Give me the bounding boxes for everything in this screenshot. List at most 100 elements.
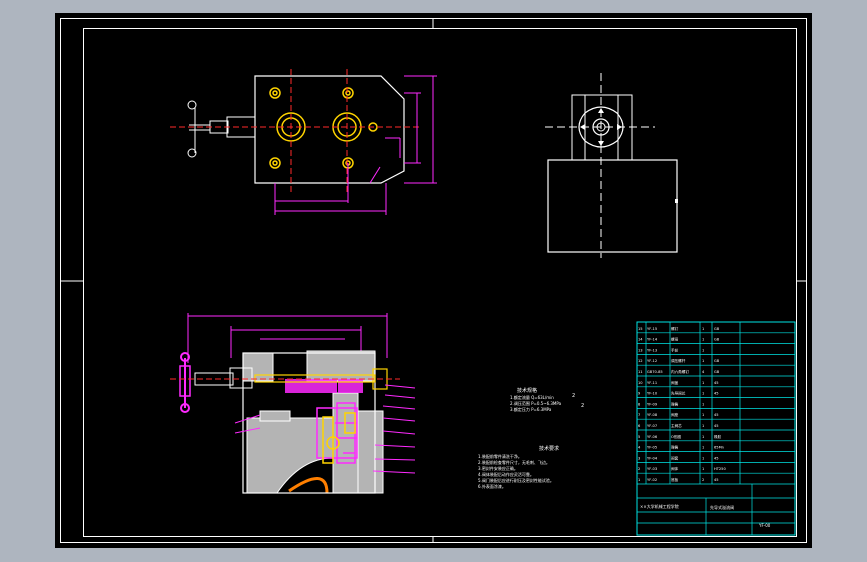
bom-cell: 螺钉 bbox=[671, 326, 679, 331]
school-name: ××大学机械工程学院 bbox=[640, 503, 679, 509]
bom-cell: 先导阀芯 bbox=[671, 391, 686, 396]
bom-cell: 手轮 bbox=[671, 347, 679, 352]
bom-cell: YF-09 bbox=[647, 402, 658, 406]
bom-cell: GB70-85 bbox=[647, 370, 663, 374]
bom-cell: 65Mn bbox=[714, 446, 724, 450]
spec-line-2: 2.调压范围 P=0.5~6.3MPa bbox=[510, 400, 562, 406]
bom-cell: 1 bbox=[702, 327, 704, 331]
bom-cell: 1 bbox=[702, 456, 704, 460]
bom-cell: 13 bbox=[638, 348, 643, 352]
bom-cell: 弹簧 bbox=[671, 401, 679, 406]
bom-cell: 10 bbox=[638, 381, 643, 385]
section-view bbox=[170, 313, 416, 494]
tech-note-3: 3.密封件安装应正确。 bbox=[478, 465, 518, 471]
cad-drawing: 技术规格 1.额定流量 Q=63L/min 2.调压范围 P=0.5~6.3MP… bbox=[60, 18, 807, 543]
tech-note-1: 1.装配前零件清洗干净。 bbox=[478, 453, 522, 459]
bom-cell: 调压螺杆 bbox=[671, 358, 686, 363]
bom-cell: 11 bbox=[638, 370, 643, 374]
bom-cell: 45 bbox=[714, 456, 719, 460]
title-block: 15 YF-15 螺钉 1 GB14 YF-14 螺母 1 GB13 YF-13 手轮 112 YF-1… bbox=[636, 321, 796, 536]
bom-cell: 3 bbox=[638, 456, 640, 460]
bom-cell: 5 bbox=[638, 435, 640, 439]
bom-cell: 1 bbox=[702, 359, 704, 363]
spec-line-1: 1.额定流量 Q=63L/min bbox=[510, 394, 554, 400]
bom-cell: YF-12 bbox=[647, 359, 657, 363]
bom-cell: 橡胶 bbox=[714, 434, 722, 439]
bom-cell: 底板 bbox=[671, 477, 679, 482]
bom-cell: 4 bbox=[638, 446, 641, 450]
side-view bbox=[545, 73, 678, 258]
bom-cell: GB bbox=[714, 327, 720, 331]
bom-cell: 8 bbox=[638, 402, 641, 406]
bom-cell: 螺母 bbox=[671, 337, 679, 342]
bom-cell: 阀套 bbox=[671, 455, 679, 460]
bom-cell: 2 bbox=[702, 478, 704, 482]
tech-notes: 技术要求 1.装配前零件清洗干净。 2.装配前检查零件尺寸，无毛刺、飞边。 3.… bbox=[478, 445, 559, 489]
bom-cell: 1 bbox=[702, 381, 704, 385]
bom-cell: 阀体 bbox=[671, 466, 679, 471]
tech-note-4: 4.阀体装配后动作应灵活可靠。 bbox=[478, 471, 534, 477]
bom-cell: 1 bbox=[702, 402, 704, 406]
bom-cell: GB bbox=[714, 370, 720, 374]
spec-mark-2: 2 bbox=[581, 403, 584, 409]
bom-cell: 主阀芯 bbox=[671, 423, 682, 428]
spec-mark-1: 2 bbox=[572, 393, 575, 399]
bom-cell: YF-11 bbox=[647, 381, 657, 385]
bom-cell: 4 bbox=[702, 370, 705, 374]
bom-cell: 7 bbox=[638, 413, 640, 417]
top-view bbox=[170, 69, 437, 215]
tech-note-6: 6.外表面涂漆。 bbox=[478, 483, 506, 489]
bom-cell: YF-15 bbox=[647, 327, 657, 331]
dims-top bbox=[274, 75, 437, 215]
bom-cell: 阀盖 bbox=[671, 380, 679, 385]
bom-cell: 45 bbox=[714, 392, 719, 396]
bom-cell: YF-07 bbox=[647, 424, 657, 428]
bom-cell: 1 bbox=[702, 392, 704, 396]
spec-title: 技术规格 bbox=[517, 387, 537, 394]
bom-cell: 12 bbox=[638, 359, 643, 363]
bom-cell: YF-10 bbox=[647, 392, 658, 396]
bom-cell: YF-03 bbox=[647, 467, 657, 471]
drawing-code: YF-00 bbox=[758, 523, 771, 528]
bom-cell: 15 bbox=[638, 327, 643, 331]
bom-cell: YF-04 bbox=[647, 456, 658, 460]
bom-cell: YF-05 bbox=[647, 446, 657, 450]
inner-border bbox=[83, 28, 797, 537]
bom-cell: GB bbox=[714, 338, 720, 342]
bom-cell: 阀座 bbox=[671, 412, 679, 417]
bom-cell: GB bbox=[714, 359, 720, 363]
bom-cell: 1 bbox=[702, 424, 704, 428]
drawing-viewport[interactable]: 技术规格 1.额定流量 Q=63L/min 2.调压范围 P=0.5~6.3MP… bbox=[55, 13, 812, 548]
bom-cell: 45 bbox=[714, 478, 719, 482]
spec-block: 技术规格 1.额定流量 Q=63L/min 2.调压范围 P=0.5~6.3MP… bbox=[510, 387, 584, 412]
tech-note-2: 2.装配前检查零件尺寸，无毛刺、飞边。 bbox=[478, 459, 550, 465]
bom-cell: YF-08 bbox=[647, 413, 658, 417]
bom-cell: 45 bbox=[714, 424, 719, 428]
bom-cell: 1 bbox=[702, 413, 704, 417]
drawing-name: 先导式溢流阀 bbox=[710, 504, 734, 510]
bom-cell: HT250 bbox=[714, 467, 726, 471]
bom-cell: O形圈 bbox=[671, 434, 681, 439]
bom-cell: 内六角螺钉 bbox=[671, 369, 689, 374]
bom-cell: 1 bbox=[702, 338, 704, 342]
bom-cell: YF-13 bbox=[647, 348, 657, 352]
bom-cell: 1 bbox=[638, 478, 640, 482]
bom-cell: 45 bbox=[714, 413, 719, 417]
bom-cell: YF-14 bbox=[647, 338, 658, 342]
spec-line-3: 3.额定压力 P=6.3MPa bbox=[510, 406, 552, 412]
bom-cell: YF-02 bbox=[647, 478, 657, 482]
bom-cell: 14 bbox=[638, 338, 643, 342]
tech-note-5: 5.阀门装配后应进行耐压及密封性能试验。 bbox=[478, 477, 554, 483]
bom-cell: YF-06 bbox=[647, 435, 658, 439]
bolt-holes-top bbox=[269, 87, 378, 169]
bom-cell: 1 bbox=[702, 435, 704, 439]
bom-cell: 2 bbox=[638, 467, 640, 471]
bom-cell: 1 bbox=[702, 446, 704, 450]
bom-cell: 弹簧 bbox=[671, 445, 679, 450]
bom-cell: 1 bbox=[702, 348, 704, 352]
bom-cell: 1 bbox=[702, 467, 704, 471]
tech-title: 技术要求 bbox=[539, 445, 559, 452]
bom-cell: 6 bbox=[638, 424, 641, 428]
bom-cell: 45 bbox=[714, 381, 719, 385]
bom-cell: 9 bbox=[638, 392, 641, 396]
